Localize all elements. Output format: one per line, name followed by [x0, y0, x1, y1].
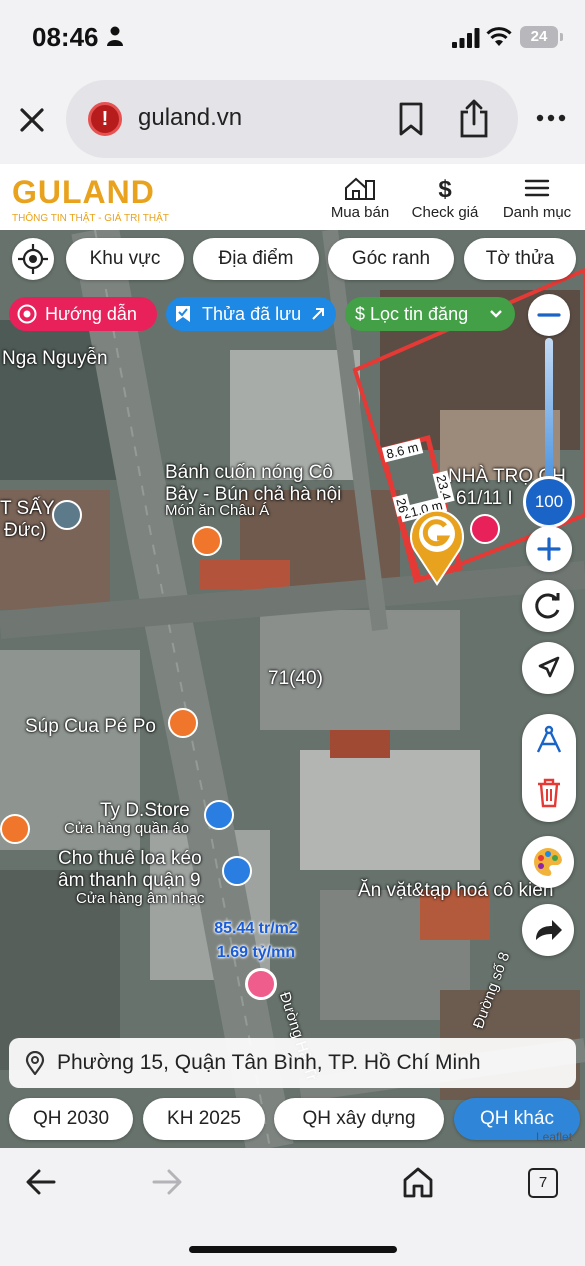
menu-icon: [524, 179, 550, 197]
chip-to-thua[interactable]: Tờ thửa: [464, 238, 576, 280]
guide-icon: [17, 304, 37, 324]
trash-icon[interactable]: [536, 778, 562, 808]
tabs-button[interactable]: 7: [528, 1168, 558, 1198]
chip-dia-diem[interactable]: Địa điểm: [193, 238, 319, 280]
house-icon: [345, 177, 375, 200]
nav-label: Danh mục: [502, 204, 572, 221]
nav-label: Check giá: [411, 204, 479, 221]
locate-button[interactable]: [12, 238, 54, 280]
chip-goc-ranh[interactable]: Góc ranh: [328, 238, 454, 280]
nav-label: Mua bán: [330, 204, 390, 221]
nav-danh-muc[interactable]: Danh mục: [496, 176, 578, 221]
restaurant-icon[interactable]: [168, 708, 198, 738]
map-label: Cho thuê loa kéo: [58, 848, 202, 869]
saved-icon: [176, 306, 190, 322]
logo-text: GULAND: [12, 174, 155, 210]
url-text: guland.vn: [138, 104, 243, 131]
plus-icon: [537, 537, 561, 561]
guide-label: Hướng dẫn: [45, 304, 137, 324]
price-marker[interactable]: [245, 968, 277, 1000]
layer-qh-xay-dung[interactable]: QH xây dựng: [274, 1098, 444, 1140]
share-map-button[interactable]: [522, 904, 574, 956]
attribution[interactable]: Leaflet: [536, 1130, 572, 1144]
refresh-icon: [535, 593, 560, 619]
cafe-icon[interactable]: [0, 814, 30, 844]
external-link-icon: [312, 308, 324, 320]
locate-icon: [18, 244, 48, 274]
screen: 08:46 24 ! guland.vn GULAND THÔNG TIN TH…: [0, 0, 585, 1266]
minus-icon: [537, 313, 561, 317]
map-label: Nga Nguyễn: [2, 348, 108, 369]
measure-tools: [522, 714, 576, 822]
status-bar: 08:46 24: [0, 0, 585, 72]
browser-bar: ! guland.vn: [0, 72, 585, 164]
layer-kh-2025[interactable]: KH 2025: [143, 1098, 265, 1140]
map-label: Ty D.Store: [100, 800, 190, 821]
home-icon[interactable]: [402, 1166, 434, 1198]
satellite-map[interactable]: Nga Nguyễn Bánh cuốn nóng Cô Bảy - Bún c…: [0, 230, 585, 1148]
hotel-icon[interactable]: [470, 514, 500, 544]
palette-icon: [534, 847, 562, 876]
address-bar[interactable]: Phường 15, Quận Tân Bình, TP. Hồ Chí Min…: [9, 1038, 576, 1088]
more-icon[interactable]: [536, 106, 566, 130]
shopping-icon[interactable]: [204, 800, 234, 830]
close-icon[interactable]: [16, 104, 48, 136]
bookmark-icon[interactable]: [396, 102, 426, 136]
zoom-in-button[interactable]: [526, 526, 572, 572]
status-time: 08:46: [32, 22, 99, 52]
zoom-slider[interactable]: [545, 338, 553, 498]
layer-qh-2030[interactable]: QH 2030: [9, 1098, 133, 1140]
zoom-out-button[interactable]: [528, 294, 570, 336]
battery-indicator: 24: [520, 26, 563, 48]
guide-button[interactable]: Hướng dẫn: [9, 297, 157, 331]
zoom-level[interactable]: 100: [523, 476, 575, 528]
back-icon[interactable]: [26, 1168, 56, 1196]
logo-tagline: THÔNG TIN THẬT - GIÁ TRỊ THẬT: [12, 213, 169, 224]
poi-marker[interactable]: [52, 500, 82, 530]
browser-toolbar: 7: [0, 1148, 585, 1266]
map-label: Món ăn Châu Á: [165, 502, 270, 519]
navigate-button[interactable]: [522, 642, 574, 694]
map-style-button[interactable]: [522, 836, 574, 888]
filter-listings-button[interactable]: $ Lọc tin đăng: [345, 297, 515, 331]
refresh-button[interactable]: [522, 580, 574, 632]
map-label: âm thanh quận 9: [58, 870, 201, 891]
shopping-icon[interactable]: [222, 856, 252, 886]
nav-mua-ban[interactable]: Mua bán: [326, 176, 394, 221]
signal-icon: [452, 28, 480, 48]
wifi-icon: [486, 27, 512, 46]
share-icon[interactable]: [458, 98, 490, 138]
svg-text:$: $: [438, 176, 452, 200]
saved-label: Thửa đã lưu: [202, 304, 302, 324]
map-label: 71(40): [268, 668, 323, 689]
address-text: Phường 15, Quận Tân Bình, TP. Hồ Chí Min…: [57, 1051, 481, 1074]
chip-khu-vuc[interactable]: Khu vực: [66, 238, 184, 280]
map-label: Súp Cua Pé Po: [25, 716, 156, 737]
pin-icon[interactable]: [408, 506, 466, 586]
price-per-m2: 85.44 tr/m2: [214, 920, 298, 937]
url-bar[interactable]: ! guland.vn: [66, 80, 518, 158]
map-label: T SẤY: [0, 498, 55, 519]
chevron-down-icon: [490, 310, 502, 318]
nav-check-gia[interactable]: $ Check giá: [406, 176, 484, 221]
guland-logo[interactable]: GULAND THÔNG TIN THẬT - GIÁ TRỊ THẬT: [12, 174, 169, 224]
map-label: Cửa hàng quần áo: [64, 820, 190, 837]
saved-parcels-button[interactable]: Thửa đã lưu: [166, 297, 336, 331]
filter-label: $ Lọc tin đăng: [355, 304, 469, 324]
forward-icon[interactable]: [152, 1168, 182, 1196]
dollar-icon: $: [438, 176, 452, 200]
alert-icon[interactable]: !: [88, 102, 122, 136]
price-total: 1.69 tỷ/mn: [216, 944, 296, 961]
map-label: Cửa hàng âm nhạc: [76, 890, 205, 907]
compass-icon[interactable]: [533, 724, 565, 756]
map-label: Đức): [4, 520, 47, 541]
location-pin-icon: [25, 1051, 45, 1075]
person-icon: [107, 26, 123, 46]
home-indicator: [189, 1246, 397, 1253]
navigate-icon: [538, 656, 560, 678]
map-label: Bánh cuốn nóng Cô: [165, 462, 333, 483]
share-arrow-icon: [536, 920, 562, 940]
site-header: GULAND THÔNG TIN THẬT - GIÁ TRỊ THẬT Mua…: [0, 164, 585, 230]
restaurant-icon[interactable]: [192, 526, 222, 556]
